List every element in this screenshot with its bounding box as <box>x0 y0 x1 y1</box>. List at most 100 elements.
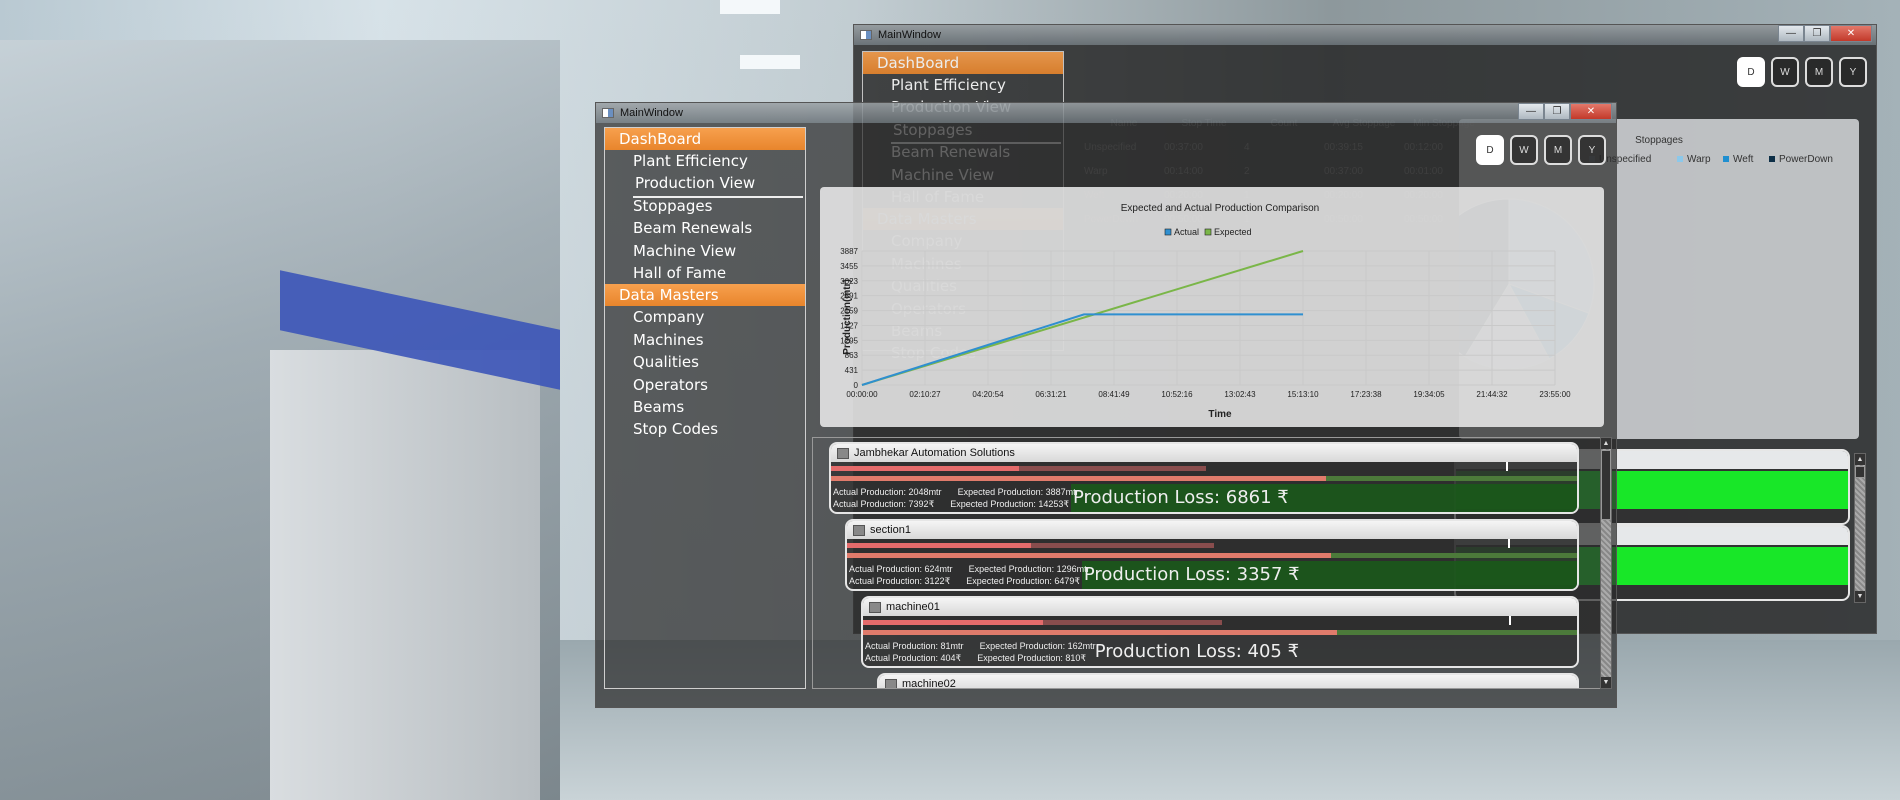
nav-item-label: Production View <box>633 172 803 198</box>
legend-swatch <box>1677 156 1683 162</box>
timeline-bar <box>847 553 1332 558</box>
actual-bar <box>831 466 1019 471</box>
period-button-y[interactable]: Y <box>1578 135 1606 165</box>
x-tick-label: 00:00:00 <box>846 390 878 399</box>
back-window-titlebar[interactable]: MainWindow — ❐ ✕ <box>854 25 1876 45</box>
row-header: Jambhekar Automation Solutions <box>831 444 1577 462</box>
nav-item-production-view[interactable]: Production View <box>605 172 805 198</box>
actual-production-mtr: Actual Production: 2048mtr <box>833 487 942 497</box>
nav-item-label: Operators <box>633 375 708 394</box>
y-tick-label: 3887 <box>840 247 858 256</box>
nav-item-qualities[interactable]: Qualities <box>605 351 805 373</box>
row-header: section1 <box>847 521 1577 539</box>
scroll-down-button[interactable]: ▼ <box>1601 677 1611 688</box>
nav-section-data-masters[interactable]: Data Masters <box>605 284 805 307</box>
expected-production-mtr: Expected Production: 162mtr <box>979 641 1096 651</box>
y-tick-label: 431 <box>845 366 859 375</box>
stats-line: Actual Production: 2048mtr Expected Produ… <box>833 486 1103 498</box>
period-button-y[interactable]: Y <box>1839 57 1867 87</box>
legend-swatch <box>1769 156 1775 162</box>
period-button-m[interactable]: M <box>1805 57 1833 87</box>
x-tick-label: 02:10:27 <box>909 390 941 399</box>
production-row[interactable]: Jambhekar Automation Solutions Actual Pro… <box>829 442 1579 514</box>
legend-label: Weft <box>1733 154 1754 165</box>
legend-label: PowerDown <box>1779 154 1833 165</box>
row-header: machine01 <box>863 598 1577 616</box>
actual-production-mtr: Actual Production: 81mtr <box>865 641 964 651</box>
nav-item-stoppages[interactable]: Stoppages <box>605 195 805 217</box>
nav-section-dashboard[interactable]: DashBoard <box>605 128 805 150</box>
production-loss: Production Loss: 6861 ₹ <box>1073 487 1289 508</box>
back-rows-scrollbar[interactable]: ▲ ▼ <box>1854 453 1866 603</box>
production-row[interactable]: section1 Actual Production: 624mtr Expecte… <box>845 519 1579 591</box>
scroll-down-button[interactable]: ▼ <box>1855 591 1865 602</box>
x-tick-label: 04:20:54 <box>972 390 1004 399</box>
pie-title: Stoppages <box>1635 135 1683 146</box>
row-name: section1 <box>870 524 911 536</box>
current-time-marker <box>1507 539 1510 548</box>
minimize-button[interactable]: — <box>1778 25 1804 42</box>
rows-scrollbar[interactable]: ▲ ▼ <box>1600 437 1612 689</box>
period-button-d[interactable]: D <box>1476 135 1504 165</box>
scroll-thumb[interactable] <box>1855 466 1865 478</box>
machine-icon <box>869 601 881 613</box>
remaining-bar <box>1331 553 1577 558</box>
close-button[interactable]: ✕ <box>1570 103 1612 120</box>
expected-production-mtr: Expected Production: 3887mtr <box>957 487 1079 497</box>
nav-item-hall-of-fame[interactable]: Hall of Fame <box>605 262 805 284</box>
nav-item-label: Machines <box>633 330 704 349</box>
nav-section-dashboard[interactable]: DashBoard <box>863 52 1063 74</box>
production-row[interactable]: machine02 <box>877 673 1579 688</box>
expected-bar <box>1030 543 1214 548</box>
minimize-button[interactable]: — <box>1518 103 1544 120</box>
actual-bar <box>847 543 1031 548</box>
x-axis-label: Time <box>1208 409 1232 420</box>
nav-item-beams[interactable]: Beams <box>605 396 805 418</box>
nav-item-plant-efficiency[interactable]: Plant Efficiency <box>863 74 1063 96</box>
front-sidebar-nav: DashBoard Plant Efficiency Production View… <box>604 127 806 689</box>
close-button[interactable]: ✕ <box>1830 25 1872 42</box>
current-time-marker <box>1509 616 1512 625</box>
stats-line: Actual Production: 624mtr Expected Produc… <box>849 563 1119 575</box>
legend-swatch <box>1204 228 1212 236</box>
chart-grid <box>861 250 1556 386</box>
nav-item-machines[interactable]: Machines <box>605 329 805 351</box>
nav-item-company[interactable]: Company <box>605 306 805 328</box>
legend-swatch <box>1164 228 1172 236</box>
front-window-titlebar[interactable]: MainWindow — ❐ ✕ <box>596 103 1616 123</box>
expected-production-inr: Expected Production: 810₹ <box>977 653 1087 663</box>
nav-item-label: Plant Efficiency <box>891 76 1006 94</box>
front-period-selector: DWMY <box>1476 135 1606 165</box>
scroll-thumb[interactable] <box>1601 450 1611 520</box>
expected-production-inr: Expected Production: 14253₹ <box>950 499 1070 509</box>
actual-production-mtr: Actual Production: 624mtr <box>849 564 953 574</box>
production-stats: Actual Production: 624mtr Expected Produc… <box>849 563 1119 587</box>
scroll-up-button[interactable]: ▲ <box>1601 438 1611 449</box>
nav-item-label: Company <box>633 308 705 327</box>
nav-item-operators[interactable]: Operators <box>605 374 805 396</box>
production-loss: Production Loss: 405 ₹ <box>1094 641 1300 662</box>
production-line-chart: Expected and Actual Production Compariso… <box>840 203 1571 420</box>
nav-item-label: Hall of Fame <box>633 263 727 282</box>
scroll-up-button[interactable]: ▲ <box>1855 454 1865 465</box>
nav-item-label: Machine View <box>633 241 737 260</box>
nav-item-beam-renewals[interactable]: Beam Renewals <box>605 217 805 239</box>
period-button-w[interactable]: W <box>1771 57 1799 87</box>
production-row[interactable]: machine01 Actual Production: 81mtr Expecte… <box>861 596 1579 668</box>
nav-item-label: Stop Codes <box>633 420 719 439</box>
x-tick-label: 23:55:00 <box>1539 390 1571 399</box>
period-button-w[interactable]: W <box>1510 135 1538 165</box>
restore-button[interactable]: ❐ <box>1804 25 1830 42</box>
period-button-d[interactable]: D <box>1737 57 1765 87</box>
restore-button[interactable]: ❐ <box>1544 103 1570 120</box>
production-stats: Actual Production: 2048mtr Expected Produ… <box>833 486 1103 510</box>
x-tick-label: 19:34:05 <box>1413 390 1445 399</box>
ceiling-light <box>720 0 780 14</box>
expected-production-mtr: Expected Production: 1296mtr <box>968 564 1090 574</box>
nav-item-plant-efficiency[interactable]: Plant Efficiency <box>605 150 805 172</box>
front-window: MainWindow — ❐ ✕ DashBoard Plant Efficien… <box>595 102 1617 708</box>
period-button-m[interactable]: M <box>1544 135 1572 165</box>
nav-item-machine-view[interactable]: Machine View <box>605 240 805 262</box>
window-title: MainWindow <box>878 29 941 41</box>
nav-item-stop-codes[interactable]: Stop Codes <box>605 418 805 440</box>
